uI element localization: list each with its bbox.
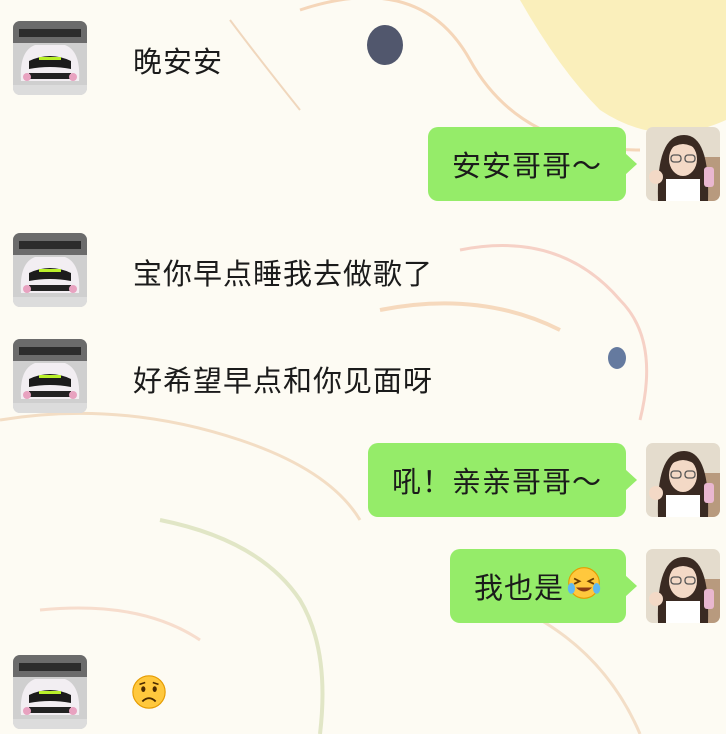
race-car-avatar-icon[interactable] [13, 21, 87, 95]
message-text: 晚安安 [133, 45, 224, 79]
race-car-avatar-icon[interactable] [13, 339, 87, 413]
race-car-avatar-icon[interactable] [13, 233, 87, 307]
message-bubble[interactable]: 安安哥哥～ [427, 127, 638, 201]
message-text: 吼！亲亲哥哥～ [391, 465, 602, 499]
message-row: 晚安安 [0, 21, 726, 95]
message-row: 吼！亲亲哥哥～ [0, 443, 726, 517]
tears-of-joy-emoji [566, 565, 602, 608]
message-text: 安安哥哥～ [451, 149, 602, 183]
message-bubble[interactable]: 吼！亲亲哥哥～ [367, 443, 638, 517]
message-row: 好希望早点和你见面呀 [0, 339, 726, 413]
message-bubble[interactable]: 我也是 [449, 549, 638, 623]
message-text: 好希望早点和你见面呀 [133, 364, 434, 398]
message-row: 我也是 [0, 549, 726, 623]
girl-avatar-icon[interactable] [646, 443, 720, 517]
message-text: 宝你早点睡我去做歌了 [133, 257, 434, 291]
message-row: 安安哥哥～ [0, 127, 726, 201]
girl-avatar-icon[interactable] [646, 549, 720, 623]
message-row [0, 655, 726, 729]
message-text: 我也是 [473, 571, 564, 605]
girl-avatar-icon[interactable] [646, 127, 720, 201]
frowning-face-emoji [130, 673, 168, 715]
race-car-avatar-icon[interactable] [13, 655, 87, 729]
message-row: 宝你早点睡我去做歌了 [0, 233, 726, 307]
